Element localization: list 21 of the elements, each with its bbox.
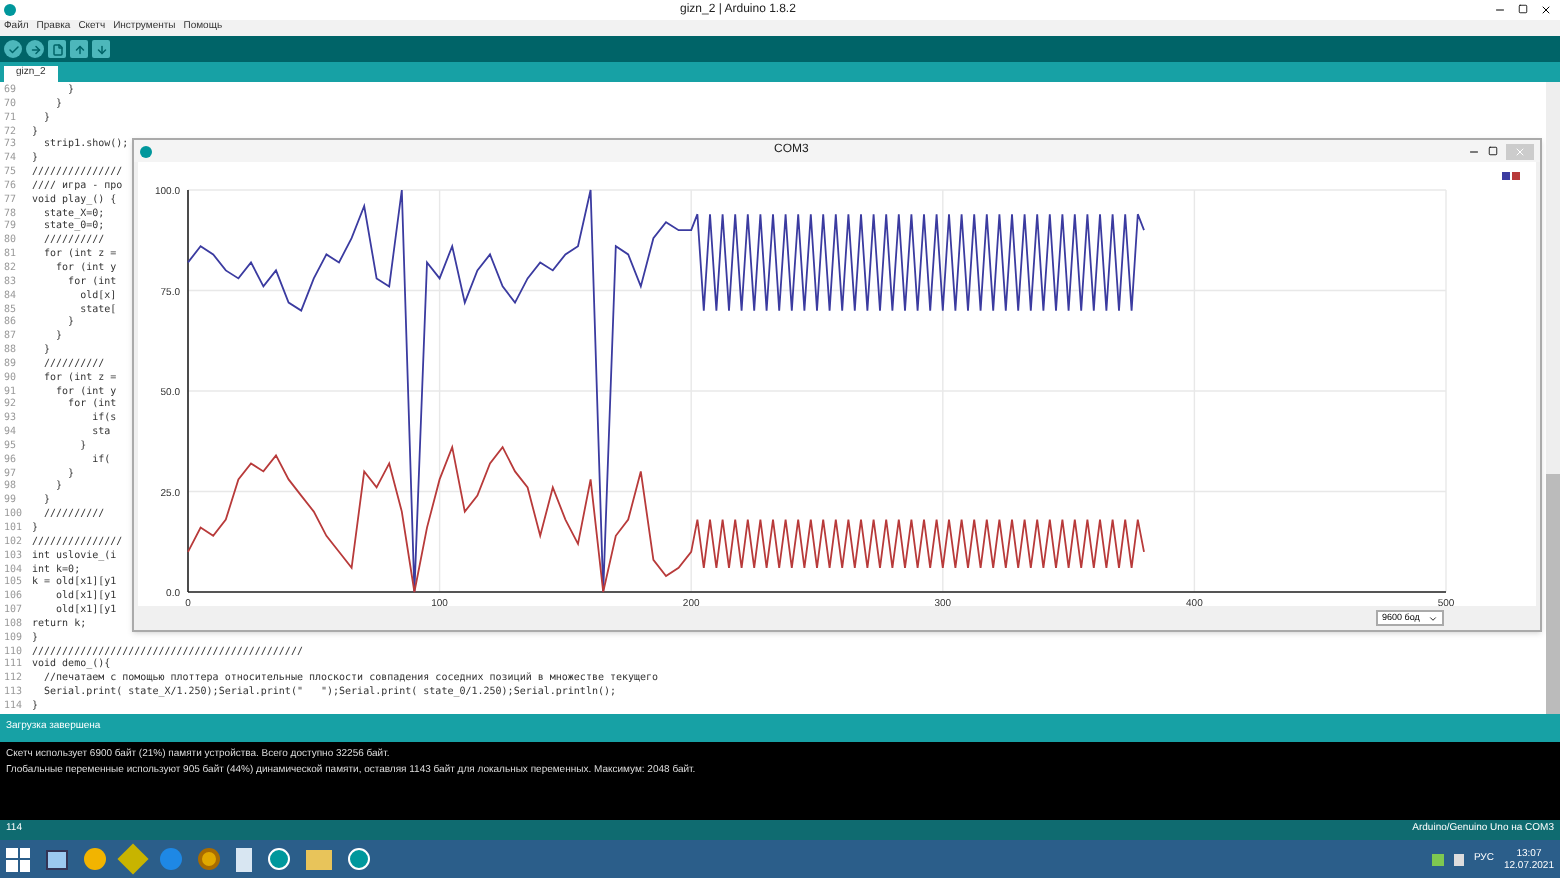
maximize-icon[interactable] bbox=[1518, 4, 1528, 14]
close-icon bbox=[1514, 145, 1526, 157]
app-icon[interactable] bbox=[84, 848, 106, 870]
start-button[interactable] bbox=[6, 847, 30, 871]
verify-button[interactable] bbox=[4, 40, 22, 58]
save-button[interactable] bbox=[92, 40, 110, 58]
open-button[interactable] bbox=[70, 40, 88, 58]
maximize-icon[interactable] bbox=[1488, 146, 1498, 156]
app-icon[interactable] bbox=[198, 848, 220, 870]
scrollbar[interactable] bbox=[1546, 82, 1560, 714]
computer-icon[interactable] bbox=[46, 849, 68, 869]
document-icon[interactable] bbox=[236, 847, 252, 871]
minimize-icon[interactable] bbox=[1468, 145, 1480, 157]
app-logo-icon bbox=[4, 4, 16, 16]
upload-button[interactable] bbox=[26, 40, 44, 58]
chevron-down-icon bbox=[1428, 613, 1438, 623]
close-icon[interactable] bbox=[1540, 4, 1552, 16]
minimize-icon[interactable] bbox=[1494, 4, 1506, 16]
app-logo-icon bbox=[140, 145, 152, 157]
folder-icon[interactable] bbox=[306, 849, 332, 869]
new-button[interactable] bbox=[48, 40, 66, 58]
